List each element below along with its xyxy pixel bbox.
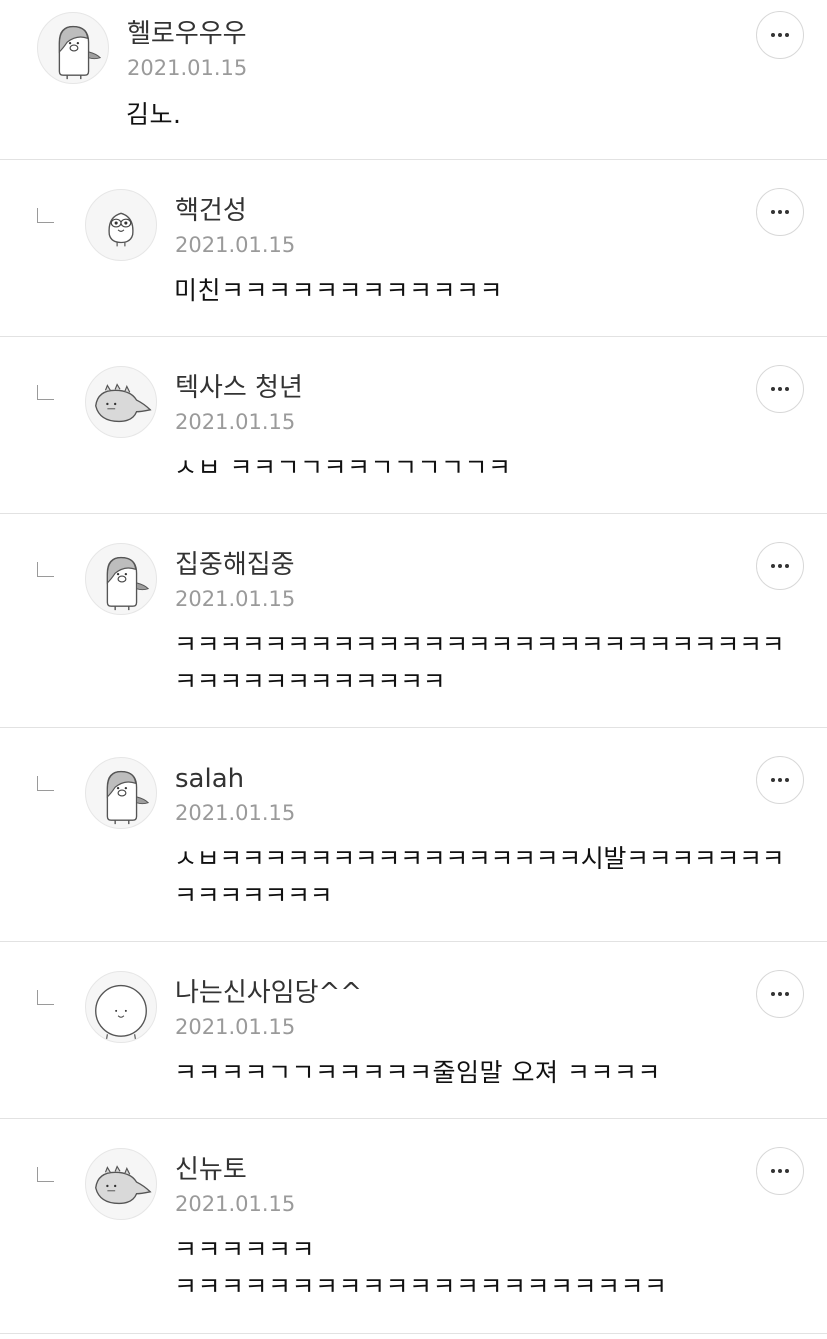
more-dots-icon [771, 33, 789, 37]
more-dots-icon [771, 1169, 789, 1173]
more-options-button[interactable] [756, 970, 804, 1018]
comment-date: 2021.01.15 [175, 1192, 296, 1216]
reply-arrow-icon [37, 385, 54, 400]
reply-item: 나는신사임당^^ 2021.01.15 ㅋㅋㅋㅋㄱㄱㅋㅋㅋㅋㅋ줄임말 오져 ㅋㅋ… [0, 942, 827, 1119]
reply-item: 텍사스 청년 2021.01.15 ㅅㅂ ㅋㅋㄱㄱㅋㅋㄱㄱㄱㄱㄱㅋ [0, 337, 827, 514]
comment-date: 2021.01.15 [175, 233, 296, 257]
comment-date: 2021.01.15 [175, 801, 296, 825]
dinosaur-avatar-icon[interactable] [85, 1148, 157, 1220]
reply-item: 집중해집중 2021.01.15 ㅋㅋㅋㅋㅋㅋㅋㅋㅋㅋㅋㅋㅋㅋㅋㅋㅋㅋㅋㅋㅋㅋㅋ… [0, 514, 827, 728]
more-options-button[interactable] [756, 756, 804, 804]
comment-date: 2021.01.15 [127, 56, 248, 80]
reply-item: salah 2021.01.15 ㅅㅂㅋㅋㅋㅋㅋㅋㅋㅋㅋㅋㅋㅋㅋㅋㅋㅋ시발ㅋㅋㅋ… [0, 728, 827, 942]
reply-arrow-icon [37, 562, 54, 577]
penguin-avatar-icon[interactable] [85, 757, 157, 829]
penguin-avatar-icon[interactable] [85, 543, 157, 615]
more-dots-icon [771, 387, 789, 391]
comment-content: 김노. [126, 100, 182, 129]
comment-content: ㅋㅋㅋㅋㄱㄱㅋㅋㅋㅋㅋ줄임말 오져 ㅋㅋㅋㅋ [174, 1058, 661, 1087]
comment-nickname[interactable]: 핵건성 [175, 198, 247, 224]
reply-item: 핵건성 2021.01.15 미친ㅋㅋㅋㅋㅋㅋㅋㅋㅋㅋㅋㅋ [0, 160, 827, 337]
reply-arrow-icon [37, 208, 54, 223]
comment-nickname[interactable]: 나는신사임당^^ [175, 980, 362, 1006]
more-dots-icon [771, 992, 789, 996]
comment-date: 2021.01.15 [175, 587, 296, 611]
reply-arrow-icon [37, 1167, 54, 1182]
more-dots-icon [771, 778, 789, 782]
reply-arrow-icon [37, 776, 54, 791]
bird-avatar-icon[interactable] [85, 189, 157, 261]
comment-content: ㅅㅂ ㅋㅋㄱㄱㅋㅋㄱㄱㄱㄱㄱㅋ [174, 453, 512, 482]
comment-nickname[interactable]: salah [175, 766, 244, 792]
comment-item: 헬로우우우 2021.01.15 김노. [0, 0, 827, 160]
comment-content: ㅋㅋㅋㅋㅋㅋㅋㅋㅋㅋㅋㅋㅋㅋㅋㅋㅋㅋㅋㅋㅋㅋㅋㅋㅋㅋㅋ ㅋㅋㅋㅋㅋㅋㅋㅋㅋㅋㅋㅋ [174, 630, 785, 696]
penguin-avatar-icon[interactable] [37, 12, 109, 84]
comment-date: 2021.01.15 [175, 410, 296, 434]
reply-arrow-icon [37, 990, 54, 1005]
comment-nickname[interactable]: 텍사스 청년 [175, 375, 303, 401]
more-options-button[interactable] [756, 1147, 804, 1195]
more-options-button[interactable] [756, 11, 804, 59]
comment-date: 2021.01.15 [175, 1015, 296, 1039]
reply-item: 신뉴토 2021.01.15 ㅋㅋㅋㅋㅋㅋ ㅋㅋㅋㅋㅋㅋㅋㅋㅋㅋㅋㅋㅋㅋㅋㅋㅋㅋ… [0, 1119, 827, 1334]
comment-nickname[interactable]: 신뉴토 [175, 1157, 247, 1183]
comment-nickname[interactable]: 집중해집중 [175, 552, 295, 578]
more-options-button[interactable] [756, 542, 804, 590]
more-options-button[interactable] [756, 365, 804, 413]
comment-nickname[interactable]: 헬로우우우 [127, 21, 247, 47]
more-dots-icon [771, 210, 789, 214]
more-dots-icon [771, 564, 789, 568]
round-face-avatar-icon[interactable] [85, 971, 157, 1043]
comment-content: ㅋㅋㅋㅋㅋㅋ ㅋㅋㅋㅋㅋㅋㅋㅋㅋㅋㅋㅋㅋㅋㅋㅋㅋㅋㅋㅋㅋ [174, 1235, 668, 1301]
comment-content: 미친ㅋㅋㅋㅋㅋㅋㅋㅋㅋㅋㅋㅋ [174, 276, 504, 305]
comment-content: ㅅㅂㅋㅋㅋㅋㅋㅋㅋㅋㅋㅋㅋㅋㅋㅋㅋㅋ시발ㅋㅋㅋㅋㅋㅋㅋ ㅋㅋㅋㅋㅋㅋㅋ [174, 844, 785, 910]
dinosaur-avatar-icon[interactable] [85, 366, 157, 438]
more-options-button[interactable] [756, 188, 804, 236]
